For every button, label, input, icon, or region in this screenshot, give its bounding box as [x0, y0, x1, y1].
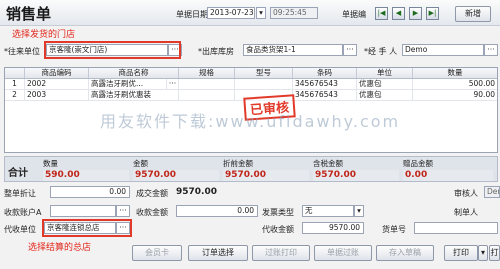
- last-record-button[interactable]: ▶|: [426, 7, 439, 20]
- total-amount: 金额 9570.00: [133, 158, 219, 181]
- time-input[interactable]: 09:25:45: [270, 7, 318, 19]
- invoice-type-label: 发票类型: [262, 208, 294, 217]
- col-spec[interactable]: 规格: [179, 68, 235, 78]
- billno-label: 单据编: [342, 10, 366, 19]
- customer-highlight: [44, 41, 181, 59]
- total-tax-amount-value: 9570.00: [313, 170, 399, 181]
- receive-amount-label: 收款金额: [136, 208, 168, 217]
- chevron-down-icon[interactable]: ▾: [354, 205, 364, 217]
- last-icon: ▶|: [428, 9, 437, 17]
- deal-amount-label: 成交金额: [136, 189, 168, 198]
- warehouse-input[interactable]: 食品类货架1-1: [243, 44, 343, 56]
- bill-transfer-button[interactable]: 单据过账: [314, 245, 372, 261]
- proxy-amount-input[interactable]: 9570.00: [302, 222, 364, 234]
- next-record-button[interactable]: ▶: [409, 7, 422, 20]
- total-pre-discount-label: 折前金额: [223, 159, 253, 168]
- store-hint-annotation: 选择发货的门店: [12, 30, 76, 40]
- cell-model[interactable]: [235, 79, 293, 89]
- total-gift: 赠品金额 0.00: [403, 158, 493, 181]
- auditor-input: Dem: [484, 186, 500, 198]
- save-draft-button[interactable]: 存入草稿: [376, 245, 434, 261]
- proxy-amount-label: 代收金额: [262, 225, 294, 234]
- warehouse-lookup-button[interactable]: ···: [343, 44, 357, 56]
- col-model[interactable]: 型号: [235, 68, 293, 78]
- total-gift-value: 0.00: [403, 170, 493, 181]
- total-qty: 数量 590.00: [43, 158, 129, 181]
- auditor-label: 审核人: [454, 189, 478, 198]
- window-title: 销售单: [6, 5, 52, 23]
- whole-discount-label: 整单折让: [4, 189, 36, 198]
- total-qty-value: 590.00: [43, 170, 129, 181]
- print-more-button[interactable]: 打: [489, 245, 500, 261]
- first-record-button[interactable]: |◀: [375, 7, 388, 20]
- table-row[interactable]: 1 2002 高露洁牙刷优... ··· 345676543 优惠包 500.0…: [5, 79, 497, 90]
- receive-account-label: 收款账户A: [4, 208, 42, 217]
- settle-hint-annotation: 选择结算的总店: [28, 243, 92, 253]
- prev-icon: ◀: [395, 9, 402, 17]
- cell-lookup-icon[interactable]: ···: [167, 79, 179, 89]
- total-tax-amount-label: 含税金额: [313, 159, 343, 168]
- handler-label: *经 手 人: [364, 47, 398, 56]
- cell-name[interactable]: 高露洁牙刷优惠装: [89, 90, 179, 100]
- total-amount-label: 金额: [133, 159, 148, 168]
- total-qty-label: 数量: [43, 159, 58, 168]
- goods-no-input[interactable]: [414, 222, 498, 234]
- col-qty[interactable]: 数量: [413, 68, 497, 78]
- handler-lookup-button[interactable]: ···: [484, 44, 498, 56]
- print-button[interactable]: 打印: [444, 245, 478, 261]
- cell-spec[interactable]: [179, 90, 235, 100]
- member-card-button[interactable]: 会员卡: [132, 245, 182, 261]
- cell-qty[interactable]: 500.00: [413, 79, 497, 89]
- col-barcode[interactable]: 条码: [293, 68, 357, 78]
- row-no: 2: [5, 90, 25, 100]
- total-pre-discount-value: 9570.00: [223, 170, 309, 181]
- customer-label: *往来单位: [4, 47, 40, 56]
- receive-account-lookup-button[interactable]: ···: [116, 205, 130, 217]
- warehouse-label: *出库库房: [198, 47, 234, 56]
- whole-discount-input[interactable]: 0.00: [50, 186, 130, 198]
- col-rowno: [5, 68, 25, 78]
- cell-code[interactable]: 2002: [25, 79, 89, 89]
- cell-code[interactable]: 2003: [25, 90, 89, 100]
- new-button[interactable]: 新增: [455, 6, 491, 22]
- col-name[interactable]: 商品名称: [89, 68, 179, 78]
- cell-spec[interactable]: [179, 79, 235, 89]
- next-icon: ▶: [412, 9, 419, 17]
- date-label: 单据日期: [176, 10, 208, 19]
- cell-barcode[interactable]: 345676543: [293, 90, 357, 100]
- receive-amount-input[interactable]: 0.00: [176, 205, 258, 217]
- calendar-dropdown-icon[interactable]: ▾: [256, 7, 266, 19]
- grid-header: 商品编码 商品名称 规格 型号 条码 单位 数量: [5, 68, 497, 79]
- print-dropdown-icon[interactable]: ▾: [478, 245, 488, 261]
- prev-record-button[interactable]: ◀: [392, 7, 405, 20]
- deal-amount-value: 9570.00: [176, 187, 217, 197]
- watermark: 用友软件下载:www.ufidawhy.com: [100, 112, 401, 131]
- order-select-button[interactable]: 订单选择: [188, 245, 248, 261]
- proxy-highlight: [42, 219, 132, 237]
- cell-unit[interactable]: 优惠包: [357, 90, 413, 100]
- transfer-print-button[interactable]: 过账打印: [252, 245, 310, 261]
- invoice-type-select[interactable]: 无: [302, 205, 354, 217]
- total-tax-amount: 含税金额 9570.00: [313, 158, 399, 181]
- cell-qty[interactable]: 90.00: [413, 90, 497, 100]
- totals-bar: 合计 数量 590.00 金额 9570.00 折前金额 9570.00 含税金…: [4, 156, 498, 182]
- totals-label: 合计: [8, 168, 28, 179]
- total-pre-discount: 折前金额 9570.00: [223, 158, 309, 181]
- total-amount-value: 9570.00: [133, 170, 219, 181]
- cell-barcode[interactable]: 345676543: [293, 79, 357, 89]
- goods-no-label: 货单号: [382, 225, 406, 234]
- cell-name[interactable]: 高露洁牙刷优...: [89, 79, 167, 89]
- proxy-label: 代收单位: [4, 225, 36, 234]
- row-no: 1: [5, 79, 25, 89]
- total-gift-label: 赠品金额: [403, 159, 433, 168]
- first-icon: |◀: [377, 9, 386, 17]
- cell-unit[interactable]: 优惠包: [357, 79, 413, 89]
- handler-input[interactable]: Demo: [402, 44, 484, 56]
- date-input[interactable]: 2013-07-23: [207, 7, 255, 19]
- col-code[interactable]: 商品编码: [25, 68, 89, 78]
- receive-account-input[interactable]: [50, 205, 116, 217]
- maker-label: 制单人: [454, 208, 478, 217]
- col-unit[interactable]: 单位: [357, 68, 413, 78]
